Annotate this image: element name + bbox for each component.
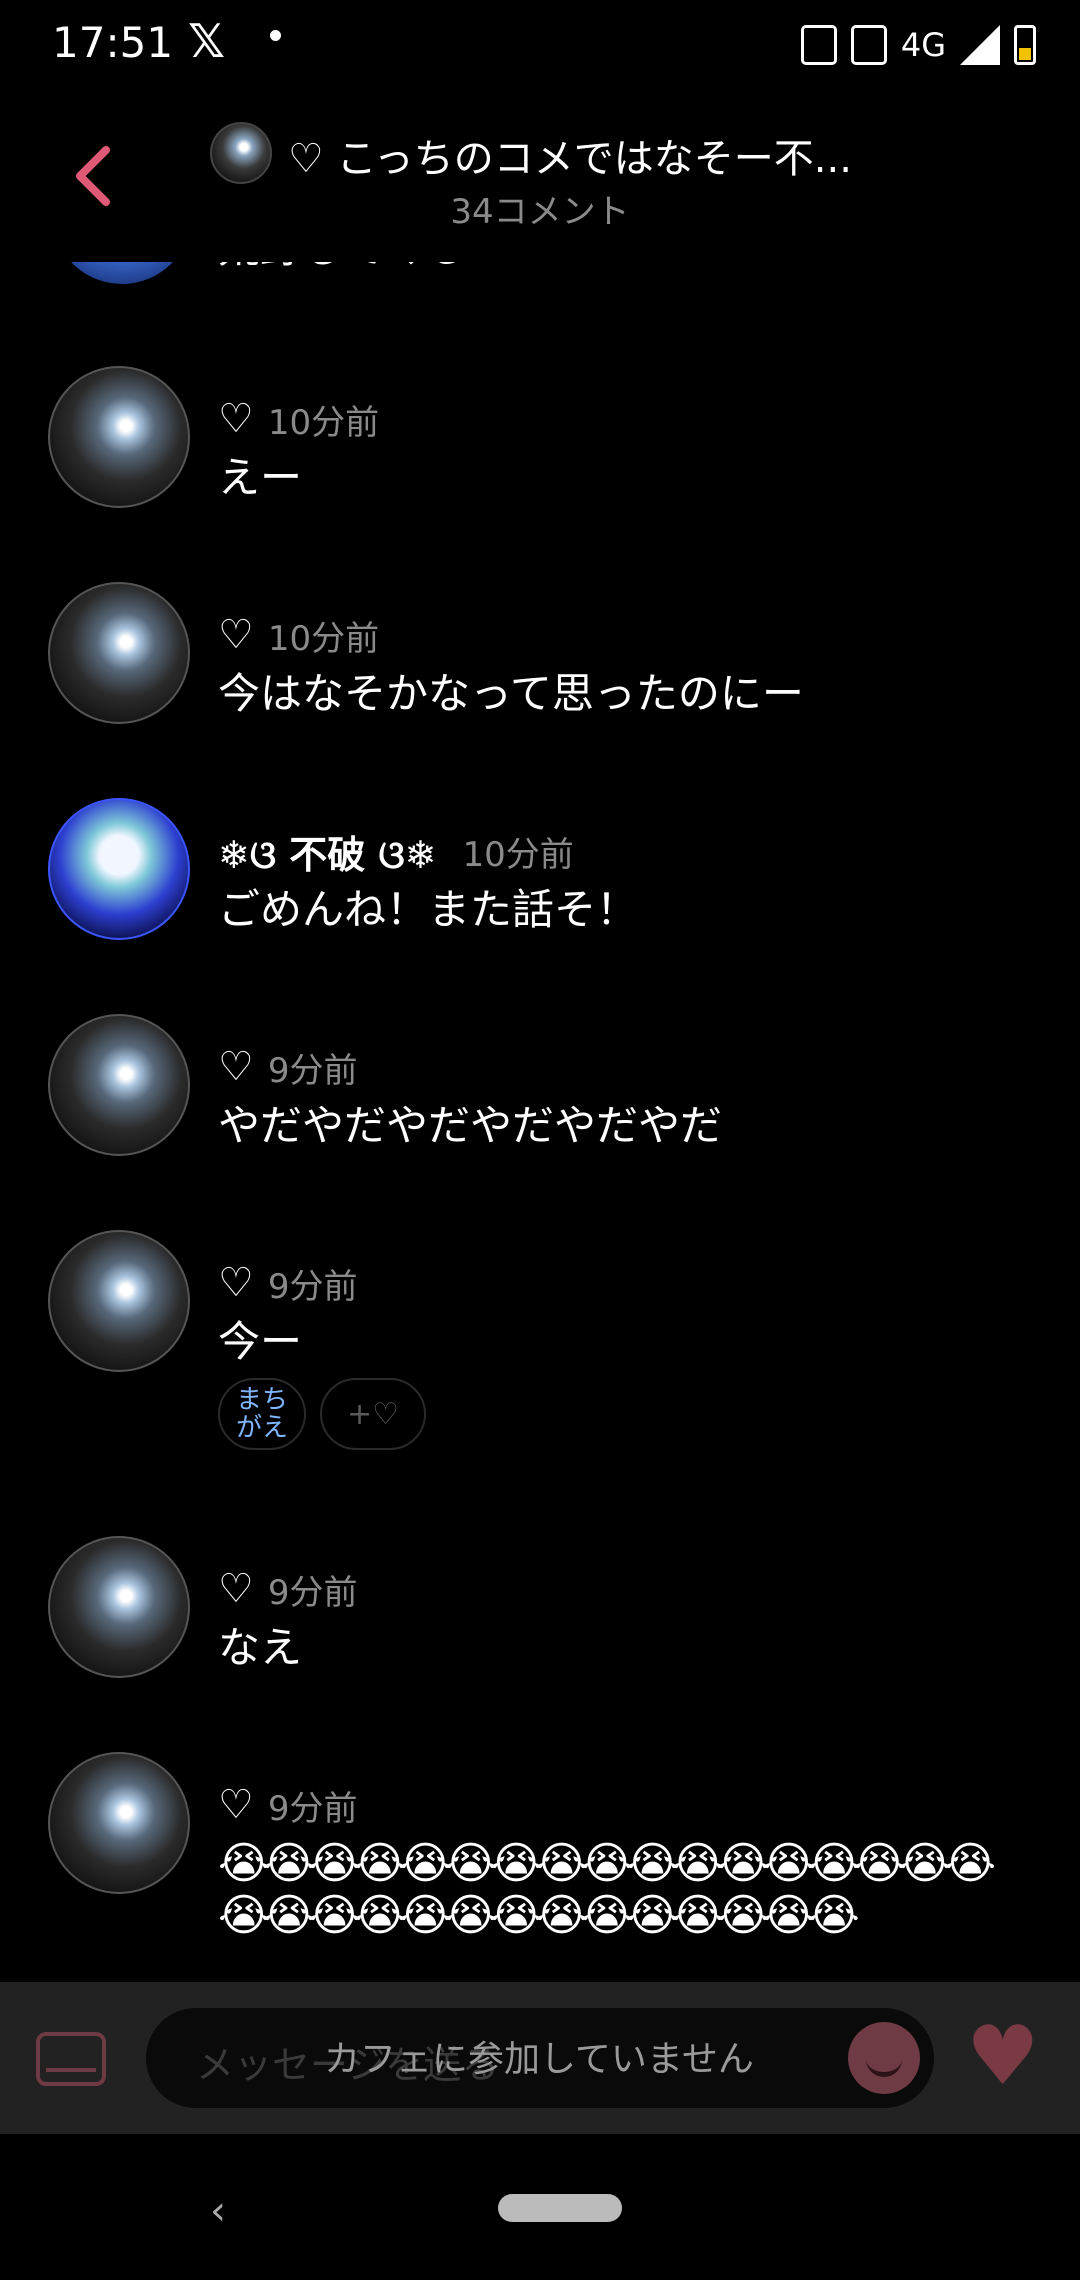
comment-text: 今ー [218,1317,303,1366]
comment-meta: ❄︎ଓ 不破 ଓ❄︎ 10分前 [218,824,574,878]
comment-text: 今はなそかなって思ったのにー [218,669,804,718]
comment-time: 9分前 [267,1266,358,1307]
message-input[interactable]: メッセージを送る カフェに参加していません [146,2008,934,2108]
reaction-bar: まちがえ +♡ [218,1378,426,1450]
comment-time: 9分前 [267,1572,358,1613]
battery-icon [1014,25,1036,65]
status-icons: 4G [800,20,1036,70]
avatar[interactable] [48,1014,190,1156]
heart-icon[interactable]: ♡ [218,396,254,442]
notification-dot-icon [270,30,281,41]
message-input-bar: メッセージを送る カフェに参加していません ♥ [0,1982,1080,2134]
avatar[interactable] [48,798,190,940]
comment-time: 10分前 [462,834,574,875]
network-type: 4G [900,26,946,64]
avatar[interactable] [48,582,190,724]
add-reaction-button[interactable]: +♡ [320,1378,426,1450]
emoji-icon[interactable] [848,2022,920,2094]
thread-avatar[interactable] [210,122,272,184]
comment-text: ごめんね！また話そ！ [218,885,639,934]
heart-icon[interactable]: ♡ [218,1566,254,1612]
status-bar: 17:51 𝕏 4G [0,0,1080,92]
vibrate-icon [850,25,887,65]
back-button[interactable] [72,144,116,206]
comment-time: 10分前 [267,618,380,659]
comment-meta: ♡ 9分前 [218,1256,358,1310]
reaction-chip[interactable]: まちがえ [218,1378,306,1450]
comment-time: 9分前 [267,1050,358,1091]
comment-text: なえ [218,1623,303,1672]
comment-time: 9分前 [267,1788,358,1829]
heart-icon[interactable]: ♡ [218,1044,254,1090]
heart-icon[interactable]: ♡ [218,612,254,658]
heart-icon[interactable]: ♡ [218,1260,254,1306]
x-app-icon: 𝕏 [188,14,226,68]
heart-send-icon[interactable]: ♥ [966,2012,1040,2102]
comment-text: 😭😭😭😭😭😭😭😭😭😭😭😭😭😭😭😭😭😭😭😭😭😭😭😭😭😭😭😭😭😭😭 [218,1838,996,1941]
comment-meta: ♡ 9分前 [218,1040,358,1094]
not-joined-notice: カフェに参加していません [324,2039,754,2080]
status-time: 17:51 [52,18,174,67]
thread-header: ♡ こっちのコメではなそー不... 34コメント [0,92,1080,262]
no-sim-icon [800,25,837,65]
signal-icon [960,25,1000,65]
heart-icon[interactable]: ♡ [218,1782,254,1828]
nav-back-icon[interactable]: ‹ [210,2188,226,2234]
comment-meta: ♡ 9分前 [218,1778,358,1832]
nav-home-pill[interactable] [498,2194,622,2222]
avatar[interactable] [48,1536,190,1678]
comment-meta: ♡ 10分前 [218,392,379,446]
avatar[interactable] [48,366,190,508]
avatar[interactable] [48,1230,190,1372]
comment-time: 10分前 [267,402,380,443]
system-nav-bar: ‹ [0,2134,1080,2280]
comment-count: 34コメント [450,192,630,232]
comment-text: えー [218,453,303,502]
thread-title[interactable]: ♡ こっちのコメではなそー不... [288,126,888,184]
comment-meta: ♡ 10分前 [218,608,379,662]
comment-meta: ♡ 9分前 [218,1562,358,1616]
avatar[interactable] [48,1752,190,1894]
comment-author[interactable]: ❄︎ଓ 不破 ଓ❄︎ [218,824,437,879]
image-icon[interactable] [36,2032,106,2086]
comment-text: やだやだやだやだやだやだ [218,1101,723,1150]
